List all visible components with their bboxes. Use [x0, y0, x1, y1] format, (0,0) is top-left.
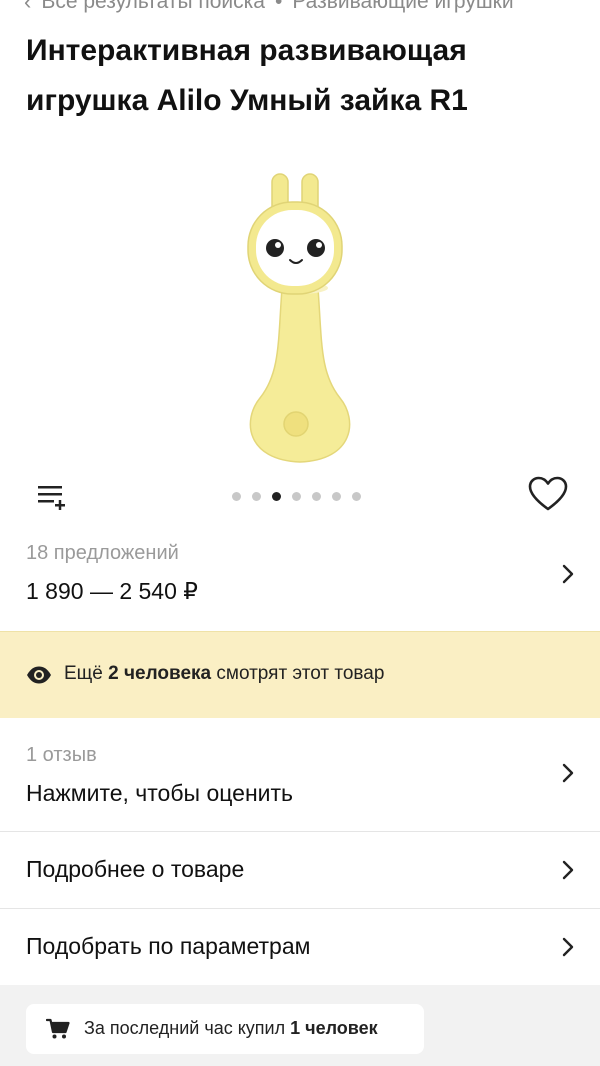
filter-params-label: Подобрать по параметрам — [26, 933, 311, 959]
product-image[interactable] — [220, 158, 380, 463]
purchases-prefix: За последний час купил — [84, 1018, 286, 1038]
chevron-right-icon — [562, 860, 574, 880]
watching-text: Ещё 2 человека смотрят этот товар — [64, 663, 384, 685]
breadcrumb[interactable]: ‹ Все результаты поиска • Развивающие иг… — [24, 0, 514, 16]
add-to-list-icon[interactable] — [36, 480, 66, 510]
product-gallery[interactable] — [0, 150, 600, 470]
product-details-label: Подробнее о товаре — [26, 856, 245, 882]
chevron-right-icon — [562, 937, 574, 957]
chevron-right-icon — [562, 564, 574, 584]
product-details-row[interactable]: Подробнее о товаре — [0, 832, 600, 909]
chevron-left-icon[interactable]: ‹ — [24, 0, 31, 15]
chevron-right-icon — [562, 763, 574, 783]
reviews-count: 1 отзыв — [26, 744, 97, 766]
breadcrumb-back-link[interactable]: Все результаты поиска — [41, 0, 265, 14]
purchases-count: 1 человек — [290, 1018, 378, 1038]
watching-prefix: Ещё — [64, 663, 103, 684]
watching-banner: Ещё 2 человека смотрят этот товар — [0, 631, 600, 719]
gallery-dot[interactable] — [352, 492, 361, 501]
product-title: Интерактивная развивающая игрушка Alilo … — [26, 34, 468, 117]
rate-prompt: Нажмите, чтобы оценить — [26, 780, 294, 806]
recent-purchases-badge: За последний час купил 1 человек — [26, 1004, 424, 1054]
cart-icon — [46, 1018, 70, 1039]
reviews-row[interactable]: 1 отзыв Нажмите, чтобы оценить — [0, 718, 600, 832]
offers-row[interactable]: 18 предложений 1 890 — 2 540 ₽ — [0, 520, 600, 631]
footer-area: За последний час купил 1 человек — [0, 985, 600, 1066]
offers-count: 18 предложений — [26, 542, 179, 564]
watching-count: 2 человека — [108, 663, 212, 684]
gallery-pagination[interactable] — [232, 492, 361, 501]
gallery-dot[interactable] — [232, 492, 241, 501]
gallery-dot[interactable] — [312, 492, 321, 501]
recent-purchases-text: За последний час купил 1 человек — [84, 1018, 378, 1039]
gallery-controls — [0, 470, 600, 520]
breadcrumb-category-link[interactable]: Развивающие игрушки — [292, 0, 513, 14]
filter-params-row[interactable]: Подобрать по параметрам — [0, 909, 600, 985]
gallery-dot[interactable] — [332, 492, 341, 501]
gallery-dot[interactable] — [252, 492, 261, 501]
eye-icon — [27, 666, 51, 684]
favorite-heart-icon[interactable] — [528, 476, 568, 512]
watching-suffix: смотрят этот товар — [216, 663, 385, 684]
gallery-dot[interactable] — [292, 492, 301, 501]
gallery-dot-active[interactable] — [272, 492, 281, 501]
breadcrumb-separator: • — [275, 0, 283, 13]
price-range: 1 890 — 2 540 ₽ — [26, 578, 198, 604]
